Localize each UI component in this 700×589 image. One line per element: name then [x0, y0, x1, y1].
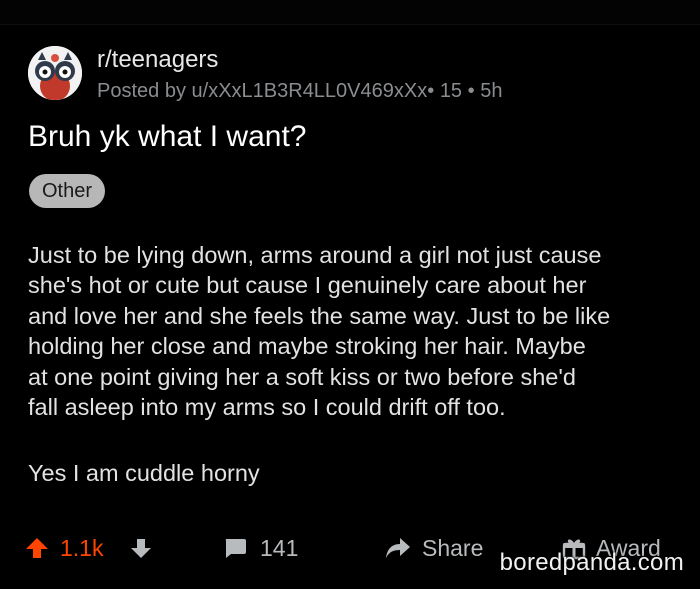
post-flair-badge[interactable]: Other [29, 174, 106, 208]
upvote-arrow-icon [26, 538, 48, 558]
post-body-paragraph: Yes I am cuddle horny [28, 460, 260, 486]
post-meta: Posted by u/xXxL1B3R4LL0V469xXx• 15 • 5h [97, 80, 502, 103]
avatar-icon [28, 46, 82, 100]
post-body: Just to be lying down, arms around a gir… [28, 240, 678, 422]
post-age: 5h [480, 80, 503, 102]
body-line: Just to be lying down, arms around a gir… [28, 242, 602, 268]
body-line: she's hot or cute but cause I genuinely … [28, 272, 587, 299]
upvote-button[interactable]: 1.1k [24, 528, 103, 568]
upvote-count: 1.1k [60, 534, 104, 561]
top-bar [0, 0, 700, 25]
meta-prefix: Posted by [97, 80, 186, 102]
share-label: Share [422, 534, 484, 561]
meta-separator: • [427, 80, 435, 102]
watermark-text: boredpanda.com [499, 549, 684, 576]
body-line: fall asleep into my arms so I could drif… [28, 394, 506, 421]
subreddit-avatar[interactable] [28, 46, 82, 100]
meta-separator: • [467, 80, 475, 102]
comment-count: 141 [260, 534, 299, 561]
body-line: at one point giving her a soft kiss or t… [28, 363, 576, 390]
share-button[interactable]: Share [384, 528, 483, 568]
downvote-arrow-icon [131, 539, 151, 558]
author-link[interactable]: u/xXxL1B3R4LL0V469xXx [192, 80, 428, 102]
body-line: holding her close and maybe stroking her… [28, 333, 586, 360]
share-arrow-icon [386, 538, 410, 558]
comment-bubble-icon [225, 539, 246, 558]
post-title[interactable]: Bruh yk what I want? [28, 120, 306, 154]
subreddit-name[interactable]: r/teenagers [97, 46, 218, 74]
downvote-button[interactable] [130, 528, 152, 568]
body-line: and love her and she feels the same way.… [28, 302, 611, 329]
comments-button[interactable]: 141 [222, 528, 298, 568]
author-flair: 15 [439, 80, 463, 102]
